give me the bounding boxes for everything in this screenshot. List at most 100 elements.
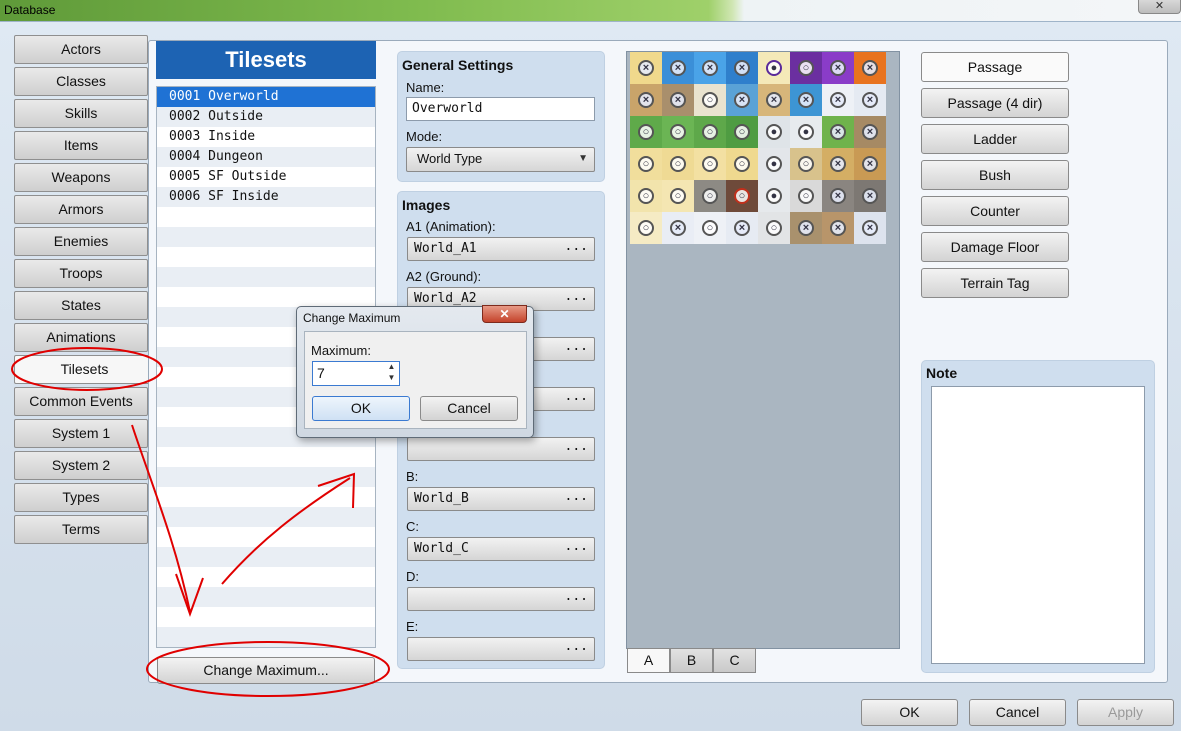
mode-select[interactable]: World Type ▼ [406, 147, 595, 172]
list-item[interactable]: 0002 Outside [157, 107, 375, 127]
tile[interactable]: ● [790, 116, 822, 148]
tile[interactable]: ○ [790, 52, 822, 84]
tile[interactable]: ○ [790, 148, 822, 180]
tile[interactable]: × [726, 84, 758, 116]
tile[interactable]: × [822, 180, 854, 212]
tile[interactable]: ○ [662, 180, 694, 212]
nav-skills[interactable]: Skills [14, 99, 148, 128]
e-image-field[interactable]: ... [407, 637, 595, 661]
list-item[interactable]: 0003 Inside [157, 127, 375, 147]
counter-button[interactable]: Counter [921, 196, 1069, 226]
tile[interactable]: ○ [694, 180, 726, 212]
window-close-button[interactable]: ✕ [1138, 0, 1181, 14]
tile[interactable]: ○ [630, 212, 662, 244]
tab-b[interactable]: B [670, 648, 713, 673]
tile[interactable]: ○ [790, 180, 822, 212]
c-image-field[interactable]: World_C... [407, 537, 595, 561]
tile[interactable]: ○ [630, 148, 662, 180]
tile[interactable]: × [694, 52, 726, 84]
a1-image-field[interactable]: World_A1... [407, 237, 595, 261]
name-field[interactable]: Overworld [406, 97, 595, 121]
dialog-cancel-button[interactable]: Cancel [420, 396, 518, 421]
nav-weapons[interactable]: Weapons [14, 163, 148, 192]
passage-4dir-button[interactable]: Passage (4 dir) [921, 88, 1069, 118]
tab-a[interactable]: A [627, 648, 670, 673]
list-item[interactable]: 0001 Overworld [157, 87, 375, 107]
tile[interactable]: × [854, 148, 886, 180]
tile[interactable]: ○ [758, 212, 790, 244]
nav-classes[interactable]: Classes [14, 67, 148, 96]
nav-common-events[interactable]: Common Events [14, 387, 148, 416]
passage-button[interactable]: Passage [921, 52, 1069, 82]
tile[interactable]: × [662, 212, 694, 244]
list-item[interactable]: 0004 Dungeon [157, 147, 375, 167]
tile[interactable]: × [854, 116, 886, 148]
tile[interactable]: × [822, 84, 854, 116]
tile[interactable]: ● [758, 52, 790, 84]
d-image-field[interactable]: ... [407, 587, 595, 611]
apply-button[interactable]: Apply [1077, 699, 1174, 726]
nav-terms[interactable]: Terms [14, 515, 148, 544]
bush-button[interactable]: Bush [921, 160, 1069, 190]
tile[interactable]: ○ [630, 116, 662, 148]
tile[interactable]: ○ [662, 148, 694, 180]
tile[interactable]: ○ [694, 148, 726, 180]
a5-image-field[interactable]: ... [407, 437, 595, 461]
tile[interactable]: × [854, 52, 886, 84]
tile[interactable]: ● [758, 180, 790, 212]
list-item[interactable]: 0006 SF Inside [157, 187, 375, 207]
nav-armors[interactable]: Armors [14, 195, 148, 224]
tile[interactable]: ○ [726, 148, 758, 180]
tile[interactable]: × [854, 212, 886, 244]
tile[interactable]: ○ [726, 116, 758, 148]
tile[interactable]: × [822, 116, 854, 148]
tile[interactable]: ○ [630, 180, 662, 212]
change-maximum-button[interactable]: Change Maximum... [157, 657, 375, 684]
list-item[interactable]: 0005 SF Outside [157, 167, 375, 187]
tile[interactable]: × [662, 52, 694, 84]
nav-actors[interactable]: Actors [14, 35, 148, 64]
nav-system-2[interactable]: System 2 [14, 451, 148, 480]
tile[interactable]: ○ [726, 180, 758, 212]
tab-c[interactable]: C [713, 648, 756, 673]
dialog-close-button[interactable]: ✕ [482, 305, 527, 323]
dialog-ok-button[interactable]: OK [312, 396, 410, 421]
nav-items[interactable]: Items [14, 131, 148, 160]
nav-types[interactable]: Types [14, 483, 148, 512]
tile[interactable]: × [790, 84, 822, 116]
terrain-tag-button[interactable]: Terrain Tag [921, 268, 1069, 298]
nav-system-1[interactable]: System 1 [14, 419, 148, 448]
nav-tilesets[interactable]: Tilesets [14, 355, 154, 384]
ok-button[interactable]: OK [861, 699, 958, 726]
nav-enemies[interactable]: Enemies [14, 227, 148, 256]
tile[interactable]: × [758, 84, 790, 116]
tile[interactable]: × [822, 52, 854, 84]
cancel-button[interactable]: Cancel [969, 699, 1066, 726]
damage-floor-button[interactable]: Damage Floor [921, 232, 1069, 262]
nav-troops[interactable]: Troops [14, 259, 148, 288]
tile[interactable]: × [726, 212, 758, 244]
tile[interactable]: × [662, 84, 694, 116]
tile[interactable]: ○ [694, 84, 726, 116]
tile[interactable]: × [854, 180, 886, 212]
tile[interactable]: ○ [694, 212, 726, 244]
b-image-field[interactable]: World_B... [407, 487, 595, 511]
tile[interactable]: × [822, 148, 854, 180]
tile[interactable]: × [726, 52, 758, 84]
tile[interactable]: ● [758, 148, 790, 180]
tile[interactable]: ○ [662, 116, 694, 148]
tile[interactable]: × [630, 52, 662, 84]
nav-animations[interactable]: Animations [14, 323, 148, 352]
tile[interactable]: ● [758, 116, 790, 148]
tile[interactable]: × [854, 84, 886, 116]
tile[interactable]: × [822, 212, 854, 244]
spin-arrows-icon[interactable]: ▲ ▼ [383, 361, 400, 386]
nav-states[interactable]: States [14, 291, 148, 320]
note-textarea[interactable] [931, 386, 1145, 664]
tile[interactable]: ○ [694, 116, 726, 148]
tile[interactable]: × [630, 84, 662, 116]
tile[interactable]: × [790, 212, 822, 244]
b-value: World_B [414, 491, 469, 506]
tile-grid[interactable]: × × × × ● ○ × × × × ○ × × × × × ○ ○ ○ ○ … [630, 52, 886, 244]
ladder-button[interactable]: Ladder [921, 124, 1069, 154]
